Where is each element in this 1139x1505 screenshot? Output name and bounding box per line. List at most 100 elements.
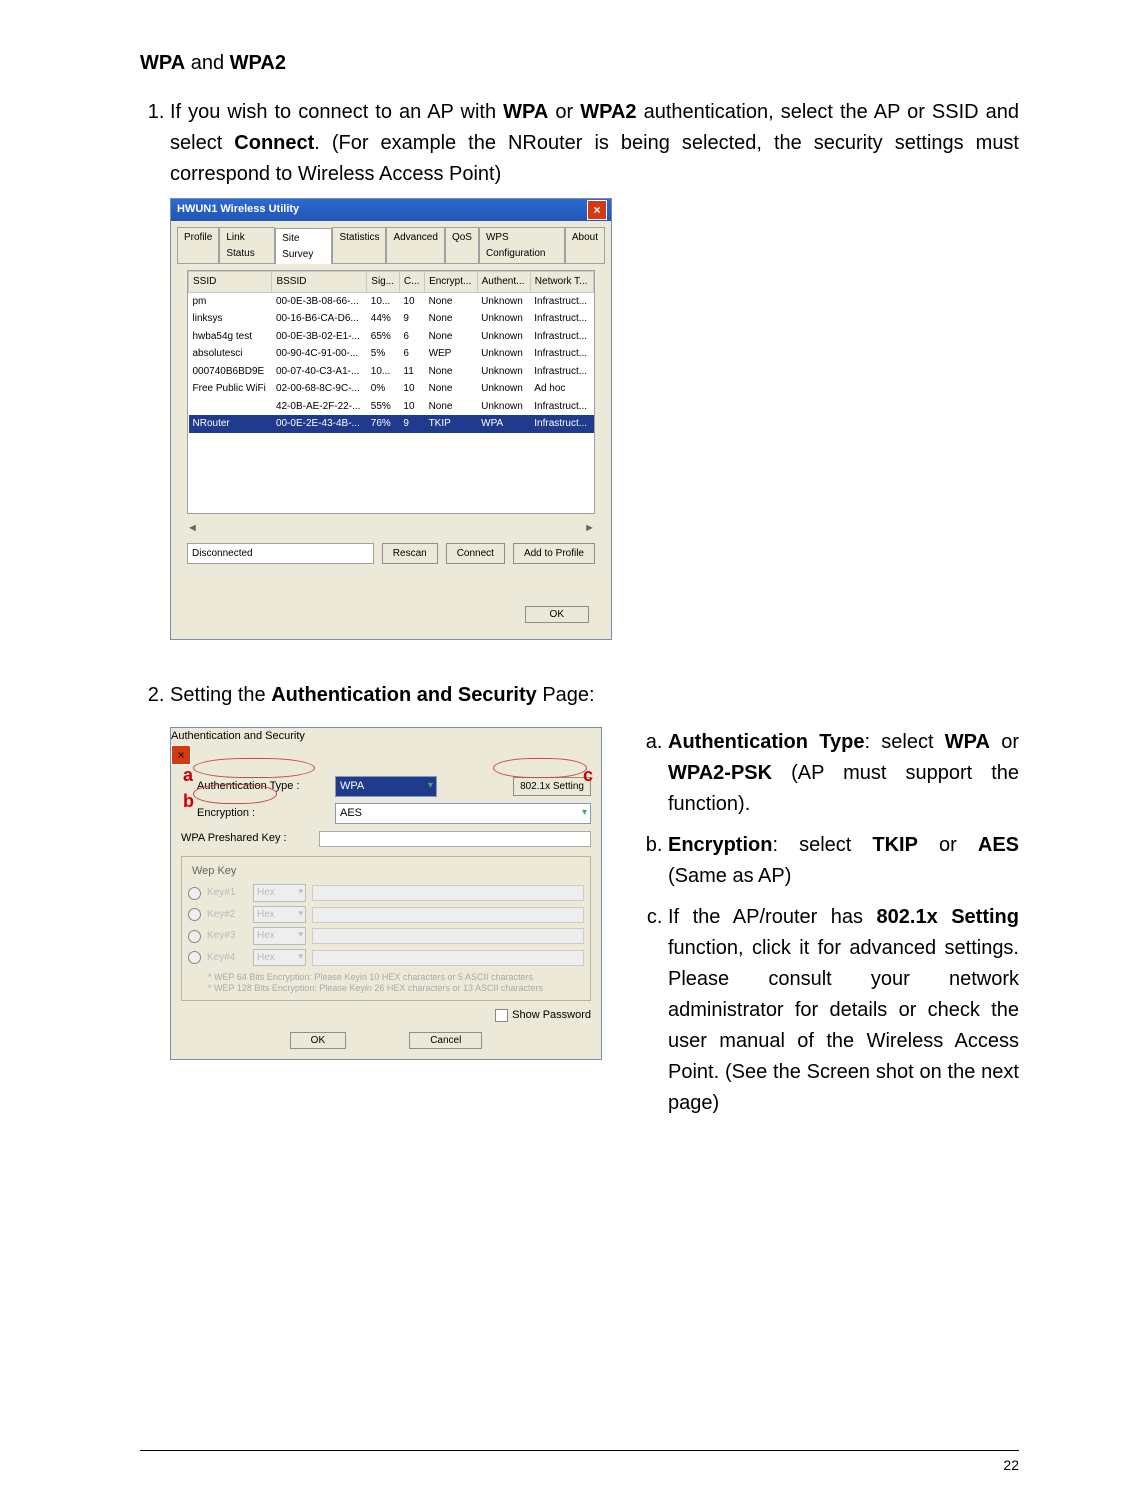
encryption-label: Encryption : [197, 805, 327, 822]
ring-c [493, 758, 587, 778]
wep-key-row: Key#2 Hex [188, 906, 584, 924]
wep-format-dropdown[interactable]: Hex [253, 906, 306, 924]
psk-input[interactable] [319, 831, 591, 847]
step2-lead: Setting the [170, 684, 271, 706]
close-icon[interactable]: × [587, 200, 607, 220]
table-row[interactable]: linksys00-16-B6-CA-D6...44%9NoneUnknownI… [189, 310, 594, 328]
step1-bold-connect: Connect [234, 132, 314, 154]
heading-part1: WPA [140, 52, 185, 74]
section-heading: WPA and WPA2 [140, 48, 1019, 79]
connect-button[interactable]: Connect [446, 543, 505, 565]
step2-tail: Page: [537, 684, 595, 706]
auth-security-window: Authentication and Security × a b c [170, 727, 602, 1060]
wep-format-dropdown[interactable]: Hex [253, 884, 306, 902]
scroll-right-icon[interactable]: ► [584, 520, 595, 537]
a-t2: or [990, 731, 1019, 753]
page-footer: 22 [140, 1450, 1019, 1477]
wep-radio[interactable] [188, 887, 201, 900]
scroll-left-icon[interactable]: ◄ [187, 520, 198, 537]
tab-site-survey[interactable]: Site Survey [275, 228, 332, 264]
table-row[interactable]: NRouter00-0E-2E-43-4B-...76%9TKIPWPAInfr… [189, 415, 594, 433]
step1-bold-wpa2: WPA2 [580, 101, 636, 123]
step-2: Setting the Authentication and Security … [170, 680, 1019, 1129]
window-title: HWUN1 Wireless Utility [177, 201, 299, 218]
tab-statistics[interactable]: Statistics [332, 227, 386, 263]
wep-note-1: * WEP 64 Bits Encryption: Please Keyin 1… [208, 972, 584, 983]
table-row[interactable]: absolutesci00-90-4C-91-00-...5%6WEPUnkno… [189, 345, 594, 363]
show-password-checkbox[interactable] [495, 1009, 508, 1022]
add-to-profile-button[interactable]: Add to Profile [513, 543, 595, 565]
show-password-label: Show Password [512, 1009, 591, 1021]
wep-key-label: Key#1 [207, 885, 247, 901]
table-header: SSIDBSSIDSig...C...Encrypt...Authent...N… [189, 272, 594, 293]
tab-about[interactable]: About [565, 227, 605, 263]
connection-status: Disconnected [187, 543, 374, 565]
wep-radio[interactable] [188, 930, 201, 943]
wep-format-dropdown[interactable]: Hex [253, 949, 306, 967]
wep-key-row: Key#3 Hex [188, 927, 584, 945]
tab-qos[interactable]: QoS [445, 227, 479, 263]
wep-key-row: Key#1 Hex [188, 884, 584, 902]
tab-wps-configuration[interactable]: WPS Configuration [479, 227, 565, 263]
item-b: Encryption: select TKIP or AES (Same as … [668, 830, 1019, 892]
column-header[interactable]: Authent... [477, 272, 530, 293]
wep-key-input[interactable] [312, 907, 584, 923]
ring-a [193, 758, 315, 778]
wep-group-title: Wep Key [188, 863, 240, 880]
b-bold1: Encryption [668, 834, 772, 856]
ok-button-2[interactable]: OK [290, 1032, 346, 1049]
cancel-button[interactable]: Cancel [409, 1032, 482, 1049]
column-header[interactable]: SSID [189, 272, 272, 293]
c-t2: function, click it for advanced settings… [668, 937, 1019, 1114]
step1-bold-wpa: WPA [503, 101, 548, 123]
wep-key-input[interactable] [312, 885, 584, 901]
table-row[interactable]: 000740B6BD9E00-07-40-C3-A1-...10...11Non… [189, 363, 594, 381]
b-t1: : select [772, 834, 872, 856]
auth-type-dropdown[interactable]: WPA [335, 776, 437, 797]
b-t3: (Same as AP) [668, 865, 791, 887]
c-t1: If the AP/router has [668, 906, 877, 928]
item-a: Authentication Type: select WPA or WPA2-… [668, 727, 1019, 820]
wep-format-dropdown[interactable]: Hex [253, 927, 306, 945]
encryption-dropdown[interactable]: AES [335, 803, 591, 824]
b-t2: or [918, 834, 978, 856]
callout-a: a [183, 762, 193, 790]
table-row[interactable]: hwba54g test00-0E-3B-02-E1-...65%6NoneUn… [189, 328, 594, 346]
column-header[interactable]: Network T... [530, 272, 593, 293]
psk-label: WPA Preshared Key : [181, 830, 311, 847]
table-row[interactable]: Free Public WiFi02-00-68-8C-9C-...0%10No… [189, 380, 594, 398]
wep-radio[interactable] [188, 951, 201, 964]
step1-text-2: or [548, 101, 580, 123]
page-number: 22 [1003, 1457, 1019, 1473]
ok-button[interactable]: OK [525, 606, 589, 623]
c-bold1: 802.1x Setting [877, 906, 1019, 928]
site-survey-table: SSIDBSSIDSig...C...Encrypt...Authent...N… [188, 271, 594, 433]
tab-link-status[interactable]: Link Status [219, 227, 275, 263]
column-header[interactable]: BSSID [272, 272, 367, 293]
8021x-setting-button[interactable]: 802.1x Setting [513, 777, 591, 797]
wep-key-input[interactable] [312, 950, 584, 966]
wep-key-label: Key#2 [207, 907, 247, 923]
ring-b [193, 784, 277, 804]
table-row[interactable]: pm00-0E-3B-08-66-...10...10NoneUnknownIn… [189, 292, 594, 310]
column-header[interactable]: Sig... [367, 272, 400, 293]
heading-mid: and [185, 52, 229, 74]
table-row[interactable]: 42-0B-AE-2F-22-...55%10NoneUnknownInfras… [189, 398, 594, 416]
wep-key-label: Key#4 [207, 950, 247, 966]
item-c: If the AP/router has 802.1x Setting func… [668, 902, 1019, 1119]
column-header[interactable]: C... [399, 272, 424, 293]
step2-bold: Authentication and Security [271, 684, 537, 706]
column-header[interactable]: Encrypt... [425, 272, 478, 293]
heading-part2: WPA2 [230, 52, 286, 74]
tab-profile[interactable]: Profile [177, 227, 219, 263]
wep-key-label: Key#3 [207, 928, 247, 944]
a-t1: : select [864, 731, 944, 753]
a-bold1: Authentication Type [668, 731, 864, 753]
window2-title: Authentication and Security [171, 730, 305, 742]
a-bold3: WPA2-PSK [668, 762, 772, 784]
wep-radio[interactable] [188, 908, 201, 921]
wep-key-input[interactable] [312, 928, 584, 944]
rescan-button[interactable]: Rescan [382, 543, 438, 565]
step1-text-1: If you wish to connect to an AP with [170, 101, 503, 123]
tab-advanced[interactable]: Advanced [386, 227, 444, 263]
